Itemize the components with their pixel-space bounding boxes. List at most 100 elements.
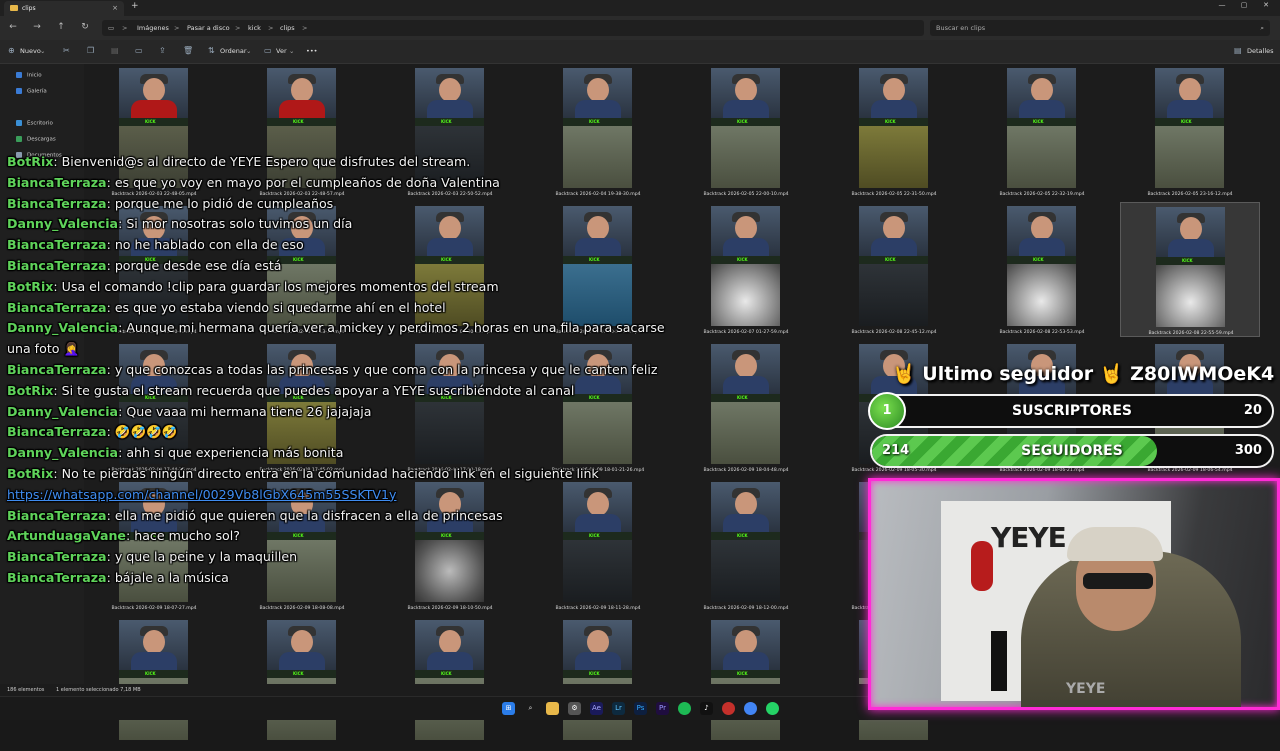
up-arrow-icon[interactable]: ↑ (54, 22, 68, 32)
followers-goal-bar: SEGUIDORES 214 300 (870, 434, 1274, 468)
webcam-frame: YEYE YEYE (868, 478, 1280, 710)
file-item[interactable]: KICK Backtrack 2026-02-05 23-16-12.mp4 (1120, 64, 1260, 199)
file-item[interactable]: KICK Backtrack 2026-02-05 22-32-19.mp4 (972, 64, 1112, 199)
new-tab-button[interactable]: + (131, 1, 139, 11)
video-thumbnail: KICK (1007, 206, 1076, 326)
video-thumbnail: KICK (267, 620, 336, 740)
chat-message: BiancaTerraza: no he hablado con ella de… (7, 237, 304, 253)
share-icon[interactable]: ⇪ (159, 46, 166, 55)
back-arrow-icon[interactable]: ← (6, 22, 20, 32)
chat-text: y que conozcas a todas las princesas y q… (114, 362, 658, 377)
more-options-button[interactable]: ••• (306, 47, 318, 55)
chat-link[interactable]: https://whatsapp.com/channel/0029Vb8lGbX… (7, 487, 397, 502)
sidebar-item-inicio[interactable]: Inicio (16, 72, 42, 79)
premiere-icon[interactable]: Pr (656, 702, 669, 715)
red-figure (971, 541, 993, 591)
tiktok-icon[interactable]: ♪ (700, 702, 713, 715)
file-item[interactable]: KICK Backtrack 2026-02-09 17-50-18.mp4 (380, 340, 520, 475)
breadcrumb-pasar-a-disco[interactable]: Pasar a disco (187, 24, 230, 32)
file-explorer-icon[interactable] (546, 702, 559, 715)
whatsapp-icon[interactable] (766, 702, 779, 715)
file-item[interactable]: KICK Backtrack 2026-02-07 00-30-11.mp4 (380, 202, 520, 337)
file-item[interactable]: KICK Backtrack 2026-02-05 22-00-10.mp4 (676, 64, 816, 199)
chat-username: BiancaTerraza (7, 549, 107, 565)
close-tab-icon[interactable]: × (112, 1, 118, 16)
video-thumbnail: KICK (1155, 68, 1224, 188)
sidebar-item-descargas[interactable]: Descargas (16, 136, 56, 143)
chat-text: Bienvenid@s al directo de YEYE Espero qu… (61, 154, 471, 169)
file-item[interactable]: KICK Backtrack 2026-02-05 22-31-50.mp4 (824, 64, 964, 199)
chat-username: BiancaTerraza (7, 258, 107, 273)
maximize-button[interactable]: ▢ (1234, 1, 1254, 9)
rename-icon[interactable]: ▭ (135, 46, 143, 55)
chat-username: BiancaTerraza (7, 237, 107, 253)
search-input[interactable]: Buscar en clips ⌕ (930, 20, 1270, 36)
new-button[interactable]: Nuevo (20, 47, 41, 55)
app-icon[interactable] (722, 702, 735, 715)
sidebar-item-galeria[interactable]: Galería (16, 88, 47, 95)
chat-message: BotRix: No te pierdas ningún directo ent… (7, 466, 599, 481)
video-thumbnail: KICK (711, 344, 780, 464)
copy-icon[interactable]: ❐ (87, 46, 94, 55)
sort-button[interactable]: Ordenar (220, 47, 247, 55)
after-effects-icon[interactable]: Ae (590, 702, 603, 715)
paste-icon[interactable]: ▤ (111, 46, 119, 55)
chat-message: Danny_Valencia: Si mor nosotras solo tuv… (7, 216, 353, 232)
sidebar-item-escritorio[interactable]: Escritorio (16, 120, 53, 127)
video-thumbnail: KICK (415, 482, 484, 602)
file-name: Backtrack 2026-02-05 23-16-12.mp4 (1147, 192, 1233, 197)
breadcrumb-imagenes[interactable]: Imágenes (137, 24, 169, 32)
file-item[interactable]: KICK Backtrack 2026-02-08 22-53-53.mp4 (972, 202, 1112, 337)
chat-username: Danny_Valencia (7, 320, 119, 336)
video-thumbnail: KICK (1156, 207, 1225, 327)
chat-message: BiancaTerraza: es que yo estaba viendo s… (7, 299, 446, 315)
folder-icon (10, 5, 18, 11)
item-count: 186 elementos (7, 687, 45, 693)
file-item[interactable]: KICK Backtrack 2026-02-09 18-04-48.mp4 (676, 340, 816, 475)
file-item[interactable]: KICK Backtrack 2026-02-08 22-45-12.mp4 (824, 202, 964, 337)
wall-logo: YEYE (991, 521, 1067, 554)
start-icon[interactable]: ⊞ (502, 702, 515, 715)
photoshop-icon[interactable]: Ps (634, 702, 647, 715)
chat-message: BiancaTerraza: y que conozcas a todas la… (7, 362, 658, 377)
chrome-icon[interactable] (744, 702, 757, 715)
search-icon[interactable]: ⌕ (524, 702, 537, 715)
chat-username: BiancaTerraza (7, 299, 107, 315)
file-item[interactable]: KICK Backtrack 2026-02-04 19-38-30.mp4 (528, 64, 668, 199)
new-plus-icon: ⊕ (8, 46, 15, 55)
file-item[interactable]: KICK Backtrack 2026-02-07 01-27-59.mp4 (676, 202, 816, 337)
file-name: Backtrack 2026-02-09 18-07-27.mp4 (111, 606, 197, 611)
file-item[interactable]: KICK Backtrack 2026-02-09 18-12-00.mp4 (676, 478, 816, 613)
details-button[interactable]: Detalles (1247, 47, 1274, 55)
breadcrumb-clips[interactable]: clips (280, 24, 295, 32)
minimize-button[interactable]: — (1212, 1, 1232, 9)
chat-text: Que vaaa mi hermana tiene 26 jajajaja (126, 403, 372, 419)
file-item[interactable]: KICK Backtrack 2026-02-07 00-57-37.mp4 (528, 202, 668, 337)
close-window-button[interactable]: ✕ (1256, 1, 1276, 9)
chat-username: BiancaTerraza (7, 174, 107, 190)
view-button[interactable]: Ver (276, 47, 287, 55)
video-thumbnail: KICK (711, 206, 780, 326)
file-name: Backtrack 2026-02-09 18-05-30.mp4 (851, 468, 937, 473)
forward-arrow-icon[interactable]: → (30, 22, 44, 32)
breadcrumb[interactable]: ▭ > Imágenes > Pasar a disco > kick > cl… (102, 20, 924, 36)
chat-username: BotRix (7, 382, 54, 398)
chat-message: Danny_Valencia: ahh si que experiencia m… (7, 445, 344, 461)
file-item[interactable]: KICK Backtrack 2026-02-09 18-10-50.mp4 (380, 478, 520, 613)
breadcrumb-separator: > (235, 24, 241, 32)
subscribers-goal-bar: SUSCRIPTORES 20 (870, 394, 1274, 428)
file-item[interactable]: KICK Backtrack 2026-02-09 18-11-28.mp4 (528, 478, 668, 613)
settings-icon[interactable]: ⚙ (568, 702, 581, 715)
spotify-icon[interactable] (678, 702, 691, 715)
chat-username: Danny_Valencia (7, 445, 119, 461)
chat-username: BotRix (7, 278, 54, 294)
file-item[interactable]: KICK Backtrack 2026-02-09 18-01-21-26.mp4 (528, 340, 668, 475)
lightroom-icon[interactable]: Lr (612, 702, 625, 715)
chat-message: BiancaTerraza: bájale a la música (7, 570, 229, 585)
delete-icon[interactable]: 🗑 (183, 46, 193, 55)
breadcrumb-kick[interactable]: kick (248, 24, 261, 32)
file-item[interactable]: KICK Backtrack 2026-02-08 22-55-59.mp4 (1120, 202, 1260, 337)
tab-clips[interactable]: clips × (4, 1, 124, 16)
cut-icon[interactable]: ✂ (63, 46, 70, 55)
refresh-icon[interactable]: ↻ (78, 22, 92, 32)
